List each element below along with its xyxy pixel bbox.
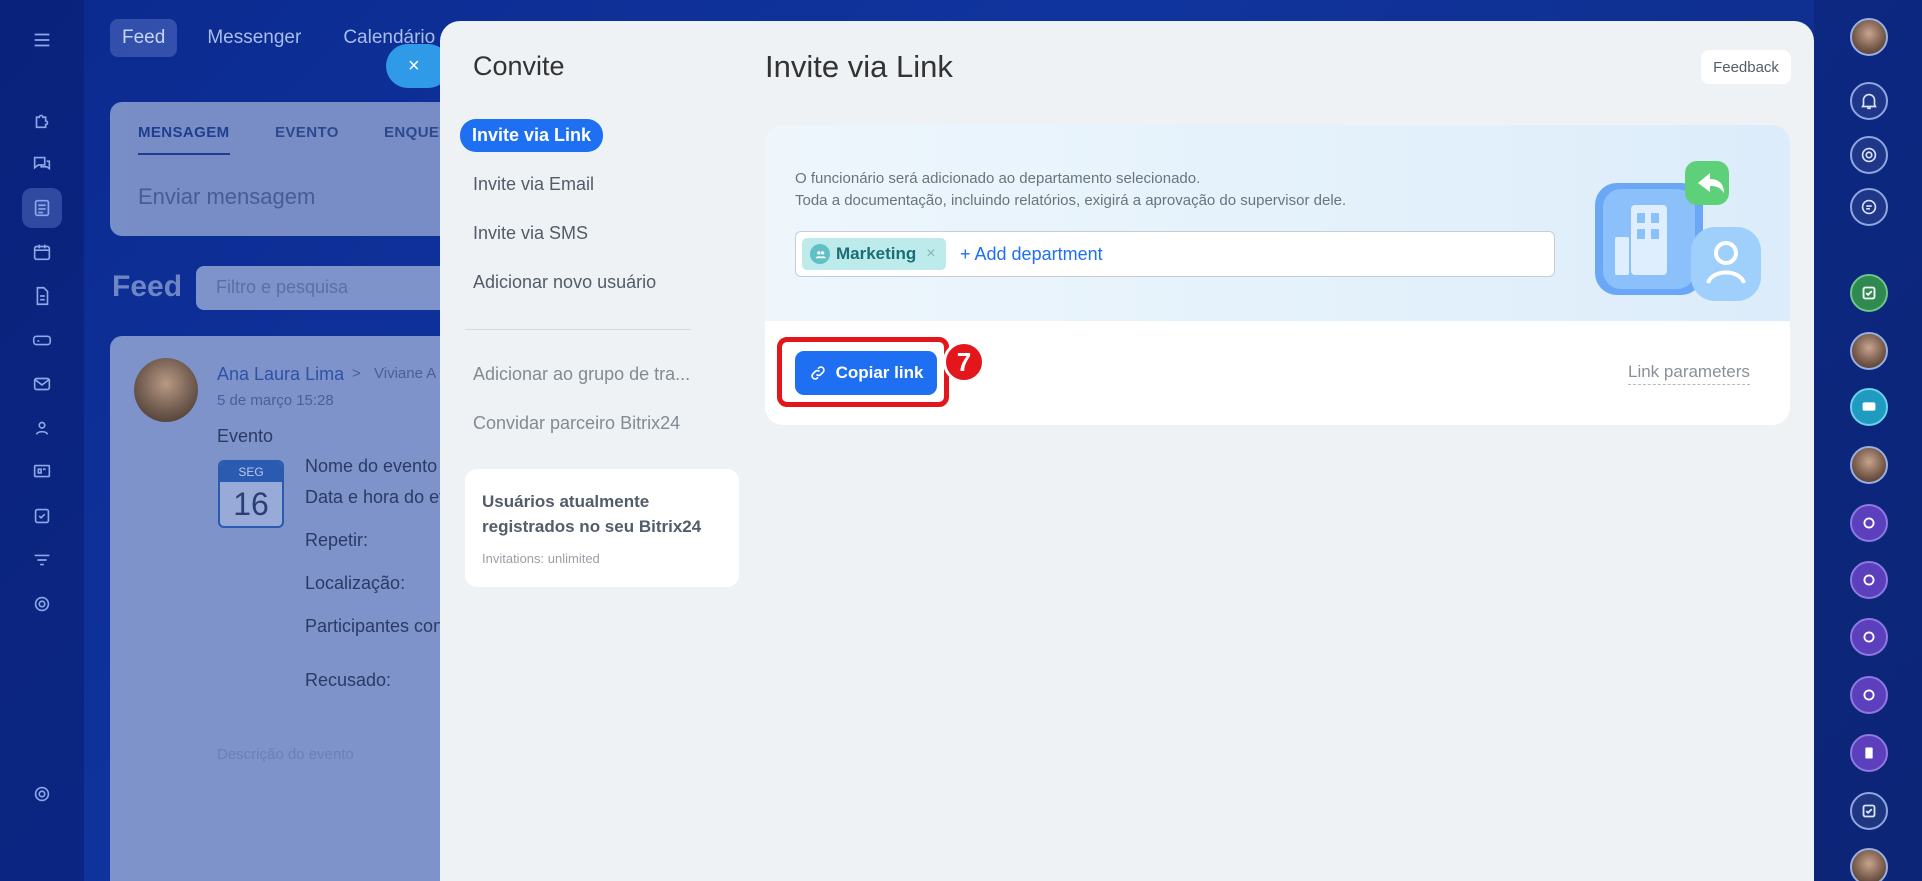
event-field: Nome do evento [305,456,438,476]
document-icon[interactable] [22,276,62,316]
post-type: Evento [217,426,274,446]
users-icon[interactable] [22,408,62,448]
contact-avatar[interactable] [1850,332,1888,370]
left-sidebar [0,0,84,881]
mail-icon[interactable] [22,364,62,404]
feed-post: Ana Laura Lima > Viviane A 5 de março 15… [110,336,470,881]
right-sidebar [1814,0,1922,881]
user-avatar[interactable] [1850,18,1888,56]
notebook-icon[interactable] [1850,734,1888,772]
event-field: Participantes con [305,616,444,636]
copilot-icon[interactable] [1850,136,1888,174]
channel-icon[interactable] [1850,618,1888,656]
menu-invite-partner[interactable]: Convidar parceiro Bitrix24 [473,413,680,434]
composer-placeholder[interactable]: Enviar mensagem [138,184,315,210]
event-description-label: Descrição do evento [217,746,354,763]
calendar-day: 16 [233,486,269,522]
copy-link-button[interactable]: Copiar link [795,351,937,395]
users-info-card: Usuários atualmente registrados no seu B… [465,469,739,587]
department-illustration-icon [1595,161,1761,301]
contact-avatar[interactable] [1850,848,1888,881]
link-icon [810,366,825,380]
step-badge: 7 [943,341,985,383]
event-field: Data e hora do ev [305,487,449,507]
copy-link-label: Copiar link [835,363,924,382]
menu-invite-via-link[interactable]: Invite via Link [460,119,604,152]
info-card-title: Usuários atualmente registrados no seu B… [482,492,702,536]
nav-feed[interactable]: Feed [110,19,178,57]
users-icon [810,244,830,264]
menu-add-new-user[interactable]: Adicionar novo usuário [473,272,656,293]
post-recipient[interactable]: Viviane A [374,365,436,382]
menu-icon[interactable] [22,20,62,60]
drive-icon[interactable] [22,320,62,360]
menu-add-to-workgroup[interactable]: Adicionar ao grupo de tra... [473,364,690,385]
department-selector[interactable]: Marketing × + Add department [795,231,1555,277]
target-icon[interactable] [22,584,62,624]
composer-tab-event[interactable]: EVENTO [275,124,339,141]
calendar-weekday: SEG [220,462,282,482]
remove-tag-icon[interactable]: × [926,245,935,263]
invite-link-card: O funcionário será adicionado ao departa… [765,125,1790,425]
menu-title: Convite [473,51,565,81]
tasks-icon[interactable] [22,496,62,536]
department-tag-label: Marketing [836,244,917,263]
menu-divider [465,329,691,330]
filter-icon[interactable] [22,540,62,580]
menu-invite-via-email[interactable]: Invite via Email [473,174,594,195]
feed-filter-input[interactable]: Filtro e pesquisa [196,266,456,310]
nav-messenger[interactable]: Messenger [195,19,313,57]
calendar-icon[interactable] [22,232,62,272]
chat-search-icon[interactable] [1850,188,1888,226]
department-tag[interactable]: Marketing × [802,238,946,270]
contact-avatar[interactable] [1850,446,1888,484]
post-composer: MENSAGEM EVENTO ENQUETE Enviar mensagem [110,102,470,236]
feedback-button[interactable]: Feedback [1701,50,1791,84]
invite-slider: Convite Invite via Link Invite via Email… [440,21,1814,881]
add-department-link[interactable]: + Add department [960,244,1103,265]
event-field: Localização: [305,573,406,593]
page-title: Invite via Link [765,49,953,84]
calendar-date-badge: SEG 16 [218,460,284,528]
post-date: 5 de março 15:28 [217,392,334,409]
avatar[interactable] [134,358,198,422]
invite-menu: Convite Invite via Link Invite via Email… [440,21,750,881]
post-arrow: > [352,365,361,382]
checkbox-icon[interactable] [1850,792,1888,830]
event-field: Recusado: [305,670,392,690]
group-chat-icon[interactable] [1850,388,1888,426]
menu-invite-via-sms[interactable]: Invite via SMS [473,223,588,244]
task-chat-icon[interactable] [1850,274,1888,312]
post-author[interactable]: Ana Laura Lima [217,364,344,385]
feed-icon[interactable] [22,188,62,228]
settings-icon[interactable] [22,774,62,814]
channel-icon[interactable] [1850,504,1888,542]
chat-icon[interactable] [22,144,62,184]
channel-icon[interactable] [1850,676,1888,714]
bell-icon[interactable] [1850,82,1888,120]
department-section: O funcionário será adicionado ao departa… [765,125,1790,321]
notice-line: O funcionário será adicionado ao departa… [795,170,1201,187]
link-parameters-link[interactable]: Link parameters [1628,362,1750,385]
info-card-subtitle: Invitations: unlimited [482,551,600,566]
channel-icon[interactable] [1850,561,1888,599]
event-field: Repetir: [305,530,369,550]
feed-title: Feed [112,270,183,303]
composer-tab-message[interactable]: MENSAGEM [138,124,230,155]
close-icon: × [408,54,420,77]
notice-line: Toda a documentação, incluindo relatório… [795,192,1347,209]
board-icon[interactable] [22,452,62,492]
puzzle-icon[interactable] [22,100,62,140]
